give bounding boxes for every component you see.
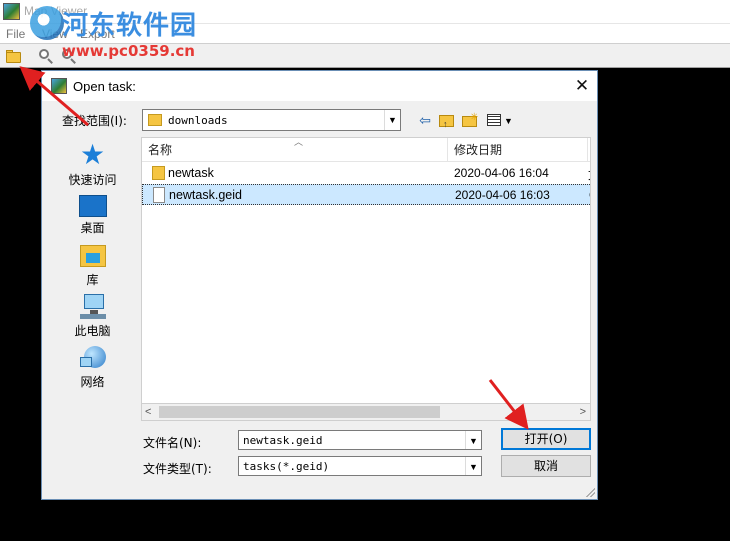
menu-file[interactable]: File	[6, 27, 25, 41]
file-list[interactable]: ︿ 名称 修改日期 类 newtask 2020-04-06 16:04 文 n…	[141, 137, 591, 404]
zoom-in-icon[interactable]	[37, 47, 55, 65]
chevron-down-icon[interactable]: ▼	[465, 431, 481, 449]
place-label: 网络	[80, 375, 105, 389]
file-type-select[interactable]: tasks(*.geid) ▼	[238, 456, 482, 476]
file-type-value: tasks(*.geid)	[243, 460, 330, 473]
resize-grip-icon[interactable]	[585, 487, 595, 497]
desktop-icon	[78, 195, 107, 217]
place-library[interactable]: 库	[50, 241, 135, 288]
folder-icon	[152, 166, 165, 180]
new-folder-icon[interactable]: ✳	[461, 111, 479, 129]
place-this-pc[interactable]: 此电脑	[50, 292, 135, 339]
places-bar: ★ 快速访问 桌面 库 此电脑 网络	[50, 137, 135, 399]
file-name-value: newtask.geid	[243, 434, 323, 447]
folder-icon	[148, 114, 162, 126]
file-name-input[interactable]: newtask.geid ▼	[238, 430, 482, 450]
scrollbar-thumb[interactable]	[159, 406, 440, 418]
place-label: 快速访问	[68, 173, 117, 187]
dialog-titlebar: Open task: ✕	[42, 71, 597, 101]
file-name: newtask	[168, 166, 214, 180]
scroll-left-icon[interactable]: <	[145, 404, 151, 420]
sort-caret-icon: ︿	[294, 138, 304, 148]
watermark-logo-icon	[30, 6, 64, 40]
place-label: 桌面	[80, 221, 105, 235]
dialog-app-icon	[51, 78, 67, 94]
back-arrow-icon[interactable]: ⇦	[416, 111, 434, 129]
column-header-row: ︿ 名称 修改日期 类	[142, 138, 590, 162]
place-label: 库	[86, 273, 99, 287]
file-name: newtask.geid	[169, 188, 242, 202]
star-icon: ★	[79, 138, 106, 171]
file-date: 2020-04-06 16:03	[455, 188, 550, 202]
view-menu-icon[interactable]: ▼	[485, 111, 513, 129]
look-in-dropdown[interactable]: downloads ▼	[142, 109, 401, 131]
place-quick-access[interactable]: ★ 快速访问	[50, 141, 135, 188]
file-type: 文	[588, 166, 590, 183]
file-type: G	[589, 188, 590, 202]
folder-open-icon[interactable]	[5, 47, 23, 65]
look-in-label: 查找范围(I):	[62, 114, 127, 128]
computer-icon	[78, 292, 108, 320]
network-icon	[78, 343, 108, 371]
close-icon[interactable]: ✕	[567, 71, 597, 101]
column-header-name[interactable]: ︿ 名称	[142, 138, 448, 162]
scroll-right-icon[interactable]: >	[580, 404, 586, 420]
file-type-label: 文件类型(T):	[143, 462, 212, 476]
app-icon	[3, 3, 20, 20]
watermark-name: 河东软件园	[62, 11, 198, 41]
up-folder-icon[interactable]: ↑	[438, 111, 456, 129]
library-icon	[78, 241, 108, 269]
watermark-url: www.pc0359.cn	[62, 42, 195, 60]
place-label: 此电脑	[74, 324, 111, 338]
dialog-title: Open task:	[73, 79, 136, 94]
cancel-button[interactable]: 取消	[501, 455, 591, 477]
look-in-value: downloads	[168, 114, 228, 127]
chevron-down-icon[interactable]: ▼	[465, 457, 481, 475]
place-network[interactable]: 网络	[50, 343, 135, 390]
column-header-date[interactable]: 修改日期	[448, 138, 588, 162]
file-name-label: 文件名(N):	[143, 436, 202, 450]
file-row[interactable]: newtask 2020-04-06 16:04 文	[142, 163, 590, 184]
place-desktop[interactable]: 桌面	[50, 191, 135, 236]
file-row-selected[interactable]: newtask.geid 2020-04-06 16:03 G	[142, 184, 590, 205]
file-date: 2020-04-06 16:04	[454, 166, 549, 180]
open-button[interactable]: 打开(O)	[501, 428, 591, 450]
chevron-down-icon[interactable]: ▼	[384, 110, 400, 130]
horizontal-scrollbar[interactable]: < >	[141, 404, 591, 421]
column-header-type[interactable]: 类	[588, 138, 590, 162]
open-task-dialog: Open task: ✕ 查找范围(I): downloads ▼ ⇦ ↑ ✳ …	[41, 70, 598, 500]
document-icon	[153, 187, 165, 203]
